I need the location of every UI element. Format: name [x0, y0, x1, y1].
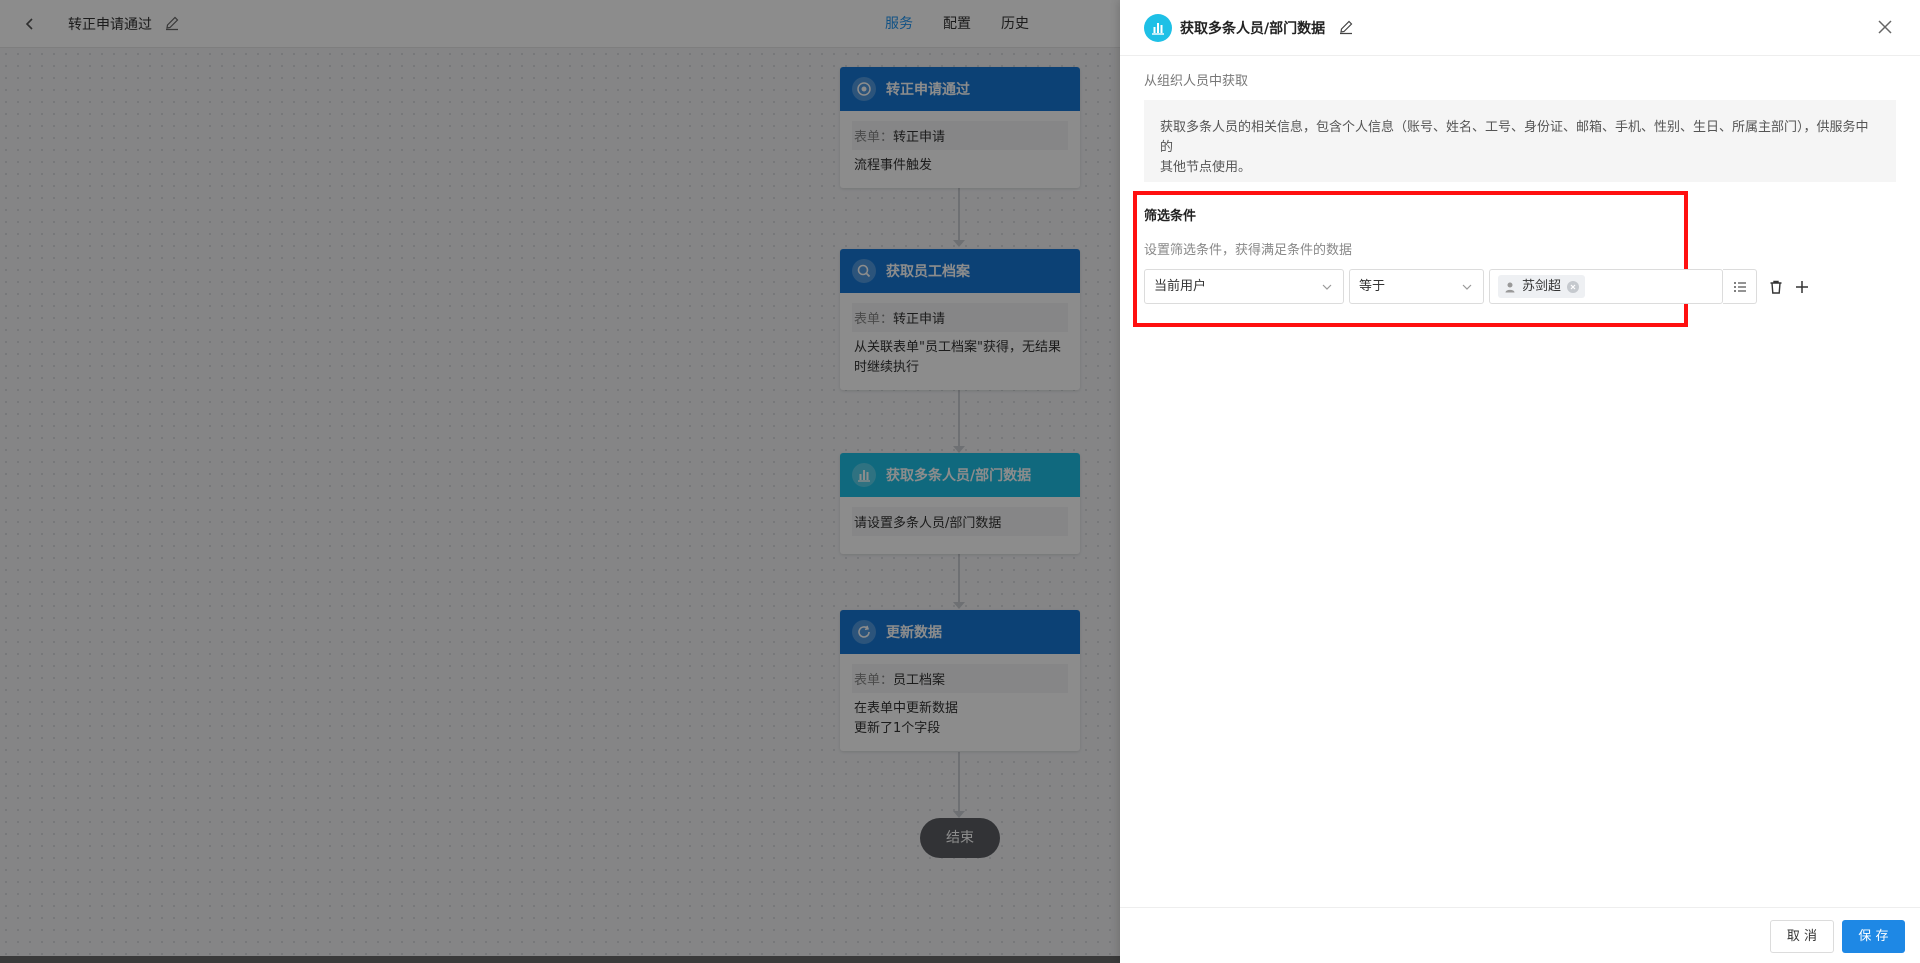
filter-value-input[interactable]: 苏剑超	[1489, 269, 1723, 304]
cancel-button[interactable]: 取 消	[1770, 920, 1834, 953]
filter-field-value: 当前用户	[1154, 279, 1207, 294]
save-button[interactable]: 保 存	[1842, 920, 1905, 953]
modal-overlay[interactable]	[0, 0, 1120, 963]
user-tag: 苏剑超	[1498, 275, 1586, 298]
close-icon	[1570, 284, 1576, 289]
filter-highlight-box	[1133, 191, 1688, 327]
panel-subtitle: 从组织人员中获取	[1144, 74, 1249, 89]
pencil-icon	[1340, 20, 1353, 35]
edit-node-name-button[interactable]	[1338, 19, 1356, 37]
filter-field-select[interactable]: 当前用户	[1144, 269, 1344, 304]
flow-canvas[interactable]: 转正申请通过 服务 配置 历史 转正申请通过 表单：转正申请 流程事件触发 获取…	[0, 0, 1120, 963]
panel-footer: 取 消 保 存	[1120, 907, 1920, 963]
filter-operator-select[interactable]: 等于	[1349, 269, 1484, 304]
chevron-down-icon	[1462, 284, 1472, 290]
close-icon	[1878, 20, 1892, 34]
filter-title: 筛选条件	[1144, 209, 1197, 224]
horizontal-scrollbar[interactable]	[0, 956, 1120, 963]
user-tag-label: 苏剑超	[1522, 279, 1562, 294]
panel-header: 获取多条人员/部门数据	[1120, 0, 1920, 56]
select-list-button[interactable]	[1723, 269, 1757, 304]
description-text: 其他节点使用。	[1160, 160, 1252, 175]
bar-chart-icon	[1144, 14, 1172, 42]
delete-condition-button[interactable]	[1766, 277, 1786, 297]
remove-tag-button[interactable]	[1567, 280, 1580, 293]
filter-hint: 设置筛选条件，获得满足条件的数据	[1144, 243, 1353, 258]
description-box: 获取多条人员的相关信息，包含个人信息（账号、姓名、工号、身份证、邮箱、手机、性别…	[1144, 100, 1896, 182]
node-config-panel: 获取多条人员/部门数据 从组织人员中获取 获取多条人员的相关信息，包含个人信息（…	[1120, 0, 1920, 963]
close-button[interactable]	[1876, 18, 1896, 38]
plus-icon	[1796, 281, 1808, 293]
chevron-down-icon	[1322, 284, 1332, 290]
filter-operator-value: 等于	[1359, 279, 1386, 294]
add-condition-button[interactable]	[1792, 277, 1812, 297]
list-icon	[1733, 281, 1746, 292]
trash-icon	[1770, 280, 1782, 294]
user-icon	[1505, 282, 1515, 292]
description-text: 获取多条人员的相关信息，包含个人信息（账号、姓名、工号、身份证、邮箱、手机、性别…	[1160, 120, 1869, 155]
panel-title: 获取多条人员/部门数据	[1180, 21, 1326, 37]
